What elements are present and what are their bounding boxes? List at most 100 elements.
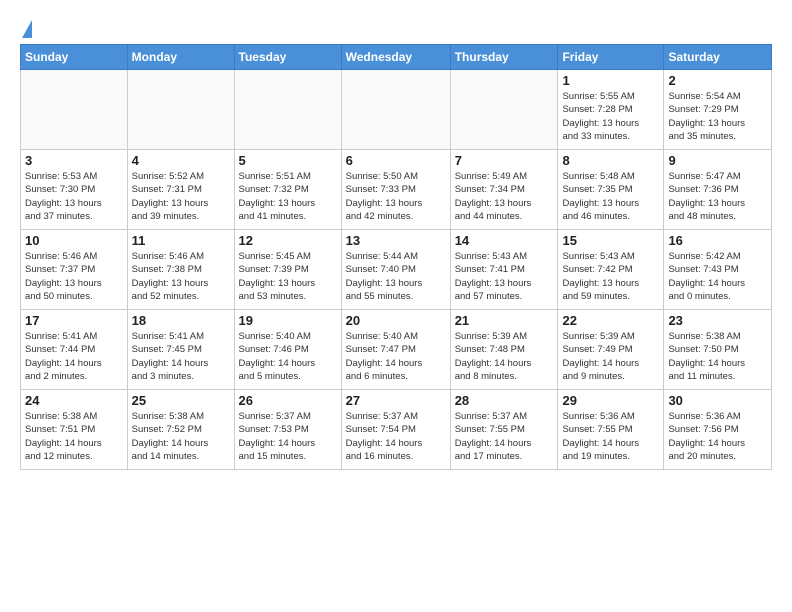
day-number: 27 <box>346 393 446 408</box>
calendar-cell: 29 Sunrise: 5:36 AMSunset: 7:55 PMDayligh… <box>558 390 664 470</box>
calendar-cell: 28 Sunrise: 5:37 AMSunset: 7:55 PMDayligh… <box>450 390 558 470</box>
day-number: 12 <box>239 233 337 248</box>
day-info: Sunrise: 5:46 AMSunset: 7:37 PMDaylight:… <box>25 250 123 303</box>
calendar-week-row: 1 Sunrise: 5:55 AMSunset: 7:28 PMDaylight… <box>21 70 772 150</box>
day-number: 19 <box>239 313 337 328</box>
day-number: 24 <box>25 393 123 408</box>
calendar-week-row: 10 Sunrise: 5:46 AMSunset: 7:37 PMDayligh… <box>21 230 772 310</box>
day-number: 9 <box>668 153 767 168</box>
day-number: 25 <box>132 393 230 408</box>
day-info: Sunrise: 5:46 AMSunset: 7:38 PMDaylight:… <box>132 250 230 303</box>
calendar-cell: 9 Sunrise: 5:47 AMSunset: 7:36 PMDaylight… <box>664 150 772 230</box>
calendar-cell: 15 Sunrise: 5:43 AMSunset: 7:42 PMDayligh… <box>558 230 664 310</box>
day-number: 1 <box>562 73 659 88</box>
day-info: Sunrise: 5:51 AMSunset: 7:32 PMDaylight:… <box>239 170 337 223</box>
logo-triangle-icon <box>22 20 32 38</box>
calendar-cell <box>234 70 341 150</box>
calendar-cell: 24Sunrise: 5:38 AMSunset: 7:51 PMDayligh… <box>21 390 128 470</box>
calendar-cell <box>341 70 450 150</box>
calendar-cell: 20 Sunrise: 5:40 AMSunset: 7:47 PMDayligh… <box>341 310 450 390</box>
calendar-cell: 27 Sunrise: 5:37 AMSunset: 7:54 PMDayligh… <box>341 390 450 470</box>
calendar-cell: 6 Sunrise: 5:50 AMSunset: 7:33 PMDaylight… <box>341 150 450 230</box>
day-number: 4 <box>132 153 230 168</box>
day-info: Sunrise: 5:37 AMSunset: 7:54 PMDaylight:… <box>346 410 446 463</box>
day-info: Sunrise: 5:38 AMSunset: 7:50 PMDaylight:… <box>668 330 767 383</box>
day-info: Sunrise: 5:40 AMSunset: 7:47 PMDaylight:… <box>346 330 446 383</box>
calendar-week-row: 24Sunrise: 5:38 AMSunset: 7:51 PMDayligh… <box>21 390 772 470</box>
day-number: 28 <box>455 393 554 408</box>
calendar-cell: 18Sunrise: 5:41 AMSunset: 7:45 PMDayligh… <box>127 310 234 390</box>
calendar-cell: 17 Sunrise: 5:41 AMSunset: 7:44 PMDayligh… <box>21 310 128 390</box>
calendar-cell: 12 Sunrise: 5:45 AMSunset: 7:39 PMDayligh… <box>234 230 341 310</box>
day-number: 29 <box>562 393 659 408</box>
calendar-cell: 7 Sunrise: 5:49 AMSunset: 7:34 PMDaylight… <box>450 150 558 230</box>
calendar-header-wednesday: Wednesday <box>341 45 450 70</box>
day-number: 21 <box>455 313 554 328</box>
day-info: Sunrise: 5:50 AMSunset: 7:33 PMDaylight:… <box>346 170 446 223</box>
day-info: Sunrise: 5:48 AMSunset: 7:35 PMDaylight:… <box>562 170 659 223</box>
day-info: Sunrise: 5:55 AMSunset: 7:28 PMDaylight:… <box>562 90 659 143</box>
calendar-cell: 23 Sunrise: 5:38 AMSunset: 7:50 PMDayligh… <box>664 310 772 390</box>
day-info: Sunrise: 5:39 AMSunset: 7:49 PMDaylight:… <box>562 330 659 383</box>
calendar-cell <box>450 70 558 150</box>
calendar-cell: 5 Sunrise: 5:51 AMSunset: 7:32 PMDaylight… <box>234 150 341 230</box>
day-number: 11 <box>132 233 230 248</box>
day-number: 2 <box>668 73 767 88</box>
calendar-cell: 30 Sunrise: 5:36 AMSunset: 7:56 PMDayligh… <box>664 390 772 470</box>
calendar-cell: 26 Sunrise: 5:37 AMSunset: 7:53 PMDayligh… <box>234 390 341 470</box>
day-info: Sunrise: 5:43 AMSunset: 7:41 PMDaylight:… <box>455 250 554 303</box>
calendar-cell: 13Sunrise: 5:44 AMSunset: 7:40 PMDayligh… <box>341 230 450 310</box>
day-info: Sunrise: 5:38 AMSunset: 7:52 PMDaylight:… <box>132 410 230 463</box>
day-info: Sunrise: 5:37 AMSunset: 7:55 PMDaylight:… <box>455 410 554 463</box>
calendar-header-tuesday: Tuesday <box>234 45 341 70</box>
day-info: Sunrise: 5:45 AMSunset: 7:39 PMDaylight:… <box>239 250 337 303</box>
day-number: 8 <box>562 153 659 168</box>
day-info: Sunrise: 5:43 AMSunset: 7:42 PMDaylight:… <box>562 250 659 303</box>
day-number: 14 <box>455 233 554 248</box>
calendar-cell: 8 Sunrise: 5:48 AMSunset: 7:35 PMDaylight… <box>558 150 664 230</box>
day-number: 20 <box>346 313 446 328</box>
day-number: 26 <box>239 393 337 408</box>
day-number: 30 <box>668 393 767 408</box>
day-info: Sunrise: 5:36 AMSunset: 7:56 PMDaylight:… <box>668 410 767 463</box>
calendar-cell: 2 Sunrise: 5:54 AMSunset: 7:29 PMDaylight… <box>664 70 772 150</box>
day-number: 5 <box>239 153 337 168</box>
page: SundayMondayTuesdayWednesdayThursdayFrid… <box>0 0 792 486</box>
day-info: Sunrise: 5:53 AMSunset: 7:30 PMDaylight:… <box>25 170 123 223</box>
calendar-cell: 4 Sunrise: 5:52 AMSunset: 7:31 PMDaylight… <box>127 150 234 230</box>
day-number: 13 <box>346 233 446 248</box>
day-info: Sunrise: 5:39 AMSunset: 7:48 PMDaylight:… <box>455 330 554 383</box>
day-number: 7 <box>455 153 554 168</box>
calendar-week-row: 3 Sunrise: 5:53 AMSunset: 7:30 PMDaylight… <box>21 150 772 230</box>
calendar-header-saturday: Saturday <box>664 45 772 70</box>
logo <box>20 20 32 38</box>
day-number: 10 <box>25 233 123 248</box>
day-info: Sunrise: 5:41 AMSunset: 7:45 PMDaylight:… <box>132 330 230 383</box>
day-number: 3 <box>25 153 123 168</box>
day-info: Sunrise: 5:36 AMSunset: 7:55 PMDaylight:… <box>562 410 659 463</box>
day-info: Sunrise: 5:42 AMSunset: 7:43 PMDaylight:… <box>668 250 767 303</box>
day-number: 23 <box>668 313 767 328</box>
day-info: Sunrise: 5:41 AMSunset: 7:44 PMDaylight:… <box>25 330 123 383</box>
day-info: Sunrise: 5:37 AMSunset: 7:53 PMDaylight:… <box>239 410 337 463</box>
calendar-header-row: SundayMondayTuesdayWednesdayThursdayFrid… <box>21 45 772 70</box>
calendar-header-monday: Monday <box>127 45 234 70</box>
day-number: 15 <box>562 233 659 248</box>
day-info: Sunrise: 5:49 AMSunset: 7:34 PMDaylight:… <box>455 170 554 223</box>
calendar-cell: 14 Sunrise: 5:43 AMSunset: 7:41 PMDayligh… <box>450 230 558 310</box>
day-number: 6 <box>346 153 446 168</box>
day-info: Sunrise: 5:47 AMSunset: 7:36 PMDaylight:… <box>668 170 767 223</box>
calendar-cell: 21 Sunrise: 5:39 AMSunset: 7:48 PMDayligh… <box>450 310 558 390</box>
day-info: Sunrise: 5:52 AMSunset: 7:31 PMDaylight:… <box>132 170 230 223</box>
day-number: 22 <box>562 313 659 328</box>
calendar-cell: 10 Sunrise: 5:46 AMSunset: 7:37 PMDayligh… <box>21 230 128 310</box>
day-info: Sunrise: 5:54 AMSunset: 7:29 PMDaylight:… <box>668 90 767 143</box>
calendar-cell <box>21 70 128 150</box>
calendar-cell: 16 Sunrise: 5:42 AMSunset: 7:43 PMDayligh… <box>664 230 772 310</box>
calendar-cell <box>127 70 234 150</box>
calendar-cell: 25 Sunrise: 5:38 AMSunset: 7:52 PMDayligh… <box>127 390 234 470</box>
day-number: 17 <box>25 313 123 328</box>
calendar-header-sunday: Sunday <box>21 45 128 70</box>
calendar-cell: 3 Sunrise: 5:53 AMSunset: 7:30 PMDaylight… <box>21 150 128 230</box>
day-number: 16 <box>668 233 767 248</box>
